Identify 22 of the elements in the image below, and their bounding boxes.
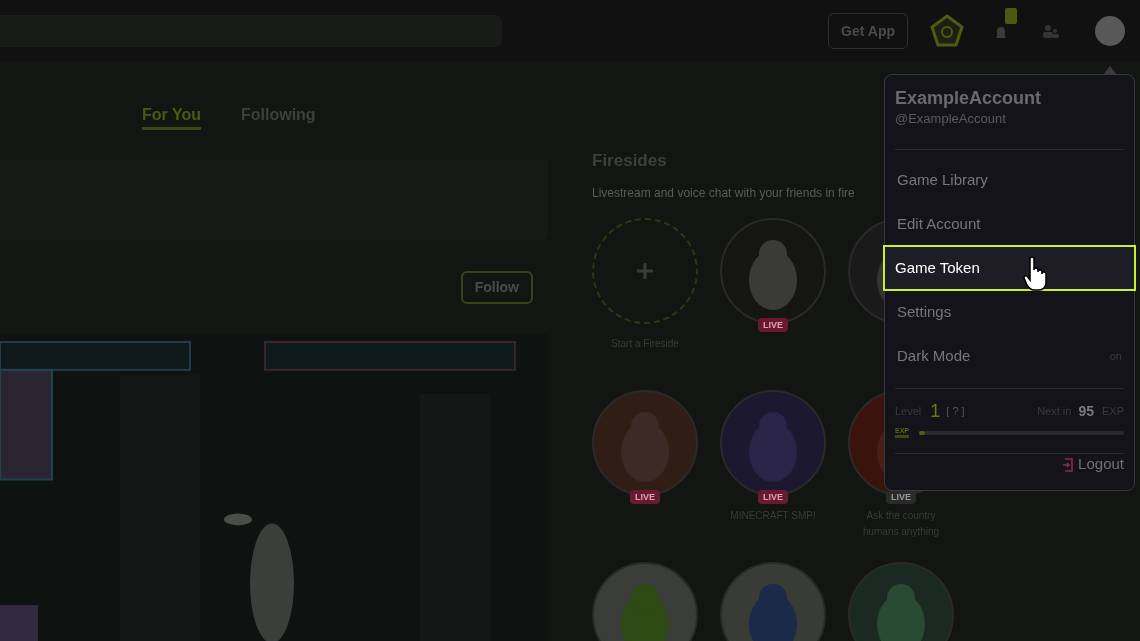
- logout-button[interactable]: Logout: [1062, 453, 1124, 476]
- menu-item[interactable]: Game Token: [883, 244, 1136, 291]
- level-help-link[interactable]: [ ? ]: [946, 403, 965, 420]
- hand-cursor-icon: [1023, 256, 1047, 292]
- avatar[interactable]: [1095, 16, 1125, 46]
- menu-item[interactable]: Game Library: [895, 156, 1124, 203]
- menu-item[interactable]: Settings: [895, 288, 1124, 335]
- level-value: 1: [930, 400, 941, 424]
- logout-icon: [1062, 457, 1075, 472]
- pentagon-icon[interactable]: [930, 14, 964, 48]
- menu-item[interactable]: Edit Account: [895, 200, 1124, 247]
- plus-icon: [636, 261, 654, 280]
- bell-icon[interactable]: [994, 25, 1008, 41]
- people-icon[interactable]: [1042, 23, 1060, 39]
- notification-badge-icon: [1005, 8, 1017, 24]
- next-level-exp: 95: [1078, 402, 1094, 422]
- account-name: ExampleAccount: [895, 87, 1043, 109]
- section-subtitle: Livestream and voice chat with your friends in fire: [592, 184, 856, 202]
- feed-tab[interactable]: For You: [142, 102, 201, 130]
- start-fireside-button[interactable]: [592, 217, 698, 324]
- get-app-button[interactable]: Get App: [828, 13, 908, 49]
- account-handle: @ExampleAccount: [895, 110, 1007, 128]
